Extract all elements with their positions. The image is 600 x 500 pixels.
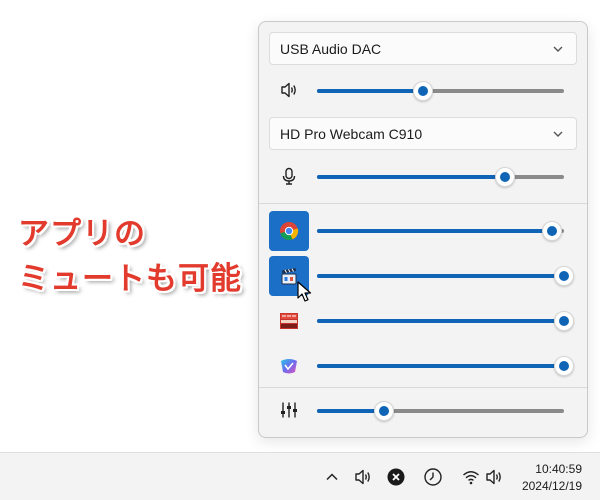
speaker-icon[interactable] xyxy=(279,80,299,100)
app-tile-video[interactable] xyxy=(269,301,309,341)
input-device-dropdown[interactable]: HD Pro Webcam C910 xyxy=(269,117,577,150)
volume-mixer-flyout: USB Audio DAC HD Pro Webcam C910 xyxy=(258,21,588,438)
clock-icon[interactable] xyxy=(423,467,443,487)
chevron-down-icon xyxy=(553,46,563,52)
app-tile-chrome[interactable] xyxy=(269,211,309,251)
app-tile-gradient[interactable] xyxy=(269,346,309,386)
app-volume-slider-chrome[interactable] xyxy=(317,221,564,241)
slider-thumb[interactable] xyxy=(554,266,574,286)
video-thumbnail-icon xyxy=(280,313,298,329)
speaker-icon[interactable] xyxy=(484,467,504,487)
clock-date: 2024/12/19 xyxy=(521,479,582,493)
output-device-label: USB Audio DAC xyxy=(280,40,382,57)
chrome-icon xyxy=(280,222,299,241)
divider xyxy=(259,203,587,204)
output-device-dropdown[interactable]: USB Audio DAC xyxy=(269,32,577,65)
colorful-app-icon xyxy=(281,359,297,374)
slider-thumb[interactable] xyxy=(413,81,434,101)
slider-thumb[interactable] xyxy=(494,167,515,187)
slider-thumb[interactable] xyxy=(373,401,394,421)
app-volume-slider-gradient[interactable] xyxy=(317,356,574,376)
clock-time: 10:40:59 xyxy=(535,462,582,476)
slider-thumb[interactable] xyxy=(554,356,574,376)
divider xyxy=(259,387,587,388)
speaker-icon[interactable] xyxy=(353,467,373,487)
slider-thumb[interactable] xyxy=(554,311,574,331)
slider-thumb[interactable] xyxy=(541,221,562,241)
wifi-icon[interactable] xyxy=(461,467,481,487)
output-volume-slider[interactable] xyxy=(317,81,564,101)
caption-line-2: ミュートも可能 xyxy=(18,261,242,297)
clapperboard-icon xyxy=(281,268,297,285)
input-device-label: HD Pro Webcam C910 xyxy=(280,125,423,142)
mixer-slider[interactable] xyxy=(317,401,564,421)
chevron-down-icon xyxy=(553,131,563,137)
input-volume-slider[interactable] xyxy=(317,167,564,187)
mixer-sliders-icon[interactable] xyxy=(279,400,299,420)
microphone-icon[interactable] xyxy=(279,166,299,186)
app-volume-slider-media[interactable] xyxy=(317,266,574,286)
app-volume-slider-video[interactable] xyxy=(317,311,574,331)
clock[interactable]: 10:40:59 2024/12/19 xyxy=(522,461,582,495)
caption-line-1: アプリの xyxy=(18,216,146,252)
close-circle-icon[interactable] xyxy=(386,467,406,487)
mouse-cursor-icon xyxy=(297,281,312,302)
taskbar: 10:40:59 2024/12/19 xyxy=(0,452,600,500)
chevron-up-icon[interactable] xyxy=(322,467,342,487)
